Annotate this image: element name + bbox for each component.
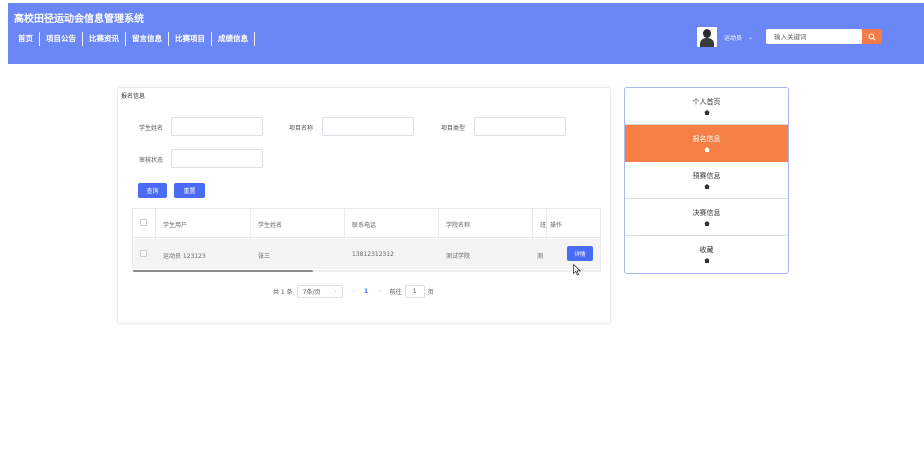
chevron-down-icon[interactable]: ⌄ [748, 34, 753, 41]
project-name-label: 项目名称 [289, 125, 314, 132]
side-menu: 个人首页 报名信息 预赛信息 决赛信息 收藏 [624, 87, 789, 274]
cell-class: 测 [537, 253, 544, 260]
home-icon [704, 184, 710, 189]
next-page-button[interactable]: › [378, 288, 380, 295]
panel-title: 报名信息 [121, 93, 146, 100]
side-item-label: 报名信息 [692, 135, 721, 143]
nav-home[interactable]: 首页 [12, 33, 39, 45]
prev-page-button[interactable]: ‹ [353, 288, 355, 295]
nav-messages[interactable]: 留言信息 [126, 33, 168, 45]
side-item-favorites[interactable]: 收藏 [625, 236, 788, 273]
side-item-label: 收藏 [699, 246, 714, 254]
avatar[interactable] [697, 27, 717, 47]
chevron-down-icon: ⌄ [333, 288, 338, 294]
student-name-label: 学生姓名 [139, 125, 164, 132]
scrollbar-thumb[interactable] [133, 270, 313, 272]
project-name-input[interactable] [322, 117, 414, 136]
site-title: 高校田径运动会信息管理系统 [14, 14, 144, 25]
page-size-value: 7条/页 [302, 289, 321, 296]
total-count: 共 1 条 [273, 289, 293, 296]
page-unit: 页 [427, 289, 434, 296]
page-size-select[interactable]: 7条/页 ⌄ [296, 285, 343, 298]
cell-student-user: 运动员 123123 [163, 253, 206, 260]
mouse-cursor-icon [573, 264, 581, 276]
home-icon [704, 221, 710, 226]
nav-events[interactable]: 比赛项目 [169, 33, 211, 45]
side-item-label: 预赛信息 [692, 172, 721, 180]
project-type-input[interactable] [474, 117, 566, 136]
page-number-1[interactable]: 1 [364, 288, 368, 295]
goto-page-value: 1 [412, 288, 417, 295]
side-item-label: 个人首页 [692, 98, 721, 106]
select-all-checkbox[interactable] [140, 219, 147, 226]
username[interactable]: 运动员 [724, 33, 742, 42]
col-college[interactable]: 学院名称 [446, 220, 470, 229]
side-item-preliminary[interactable]: 预赛信息 [625, 162, 788, 199]
col-actions: 操作 [550, 222, 563, 229]
home-icon [704, 147, 710, 152]
col-phone[interactable]: 联系电话 [352, 220, 376, 229]
side-item-label: 决赛信息 [692, 209, 721, 217]
enrollment-panel: 报名信息 学生姓名 项目名称 项目类型 审核状态 查询 重置 学生用户 学生姓名… [117, 87, 611, 324]
row-checkbox[interactable] [140, 250, 147, 257]
nav-results[interactable]: 成绩信息 [212, 33, 254, 45]
cell-phone: 13812312312 [352, 251, 394, 258]
search-input[interactable] [766, 29, 862, 44]
col-student-user[interactable]: 学生用户 [163, 220, 187, 229]
side-item-profile[interactable]: 个人首页 [625, 88, 788, 125]
query-button[interactable]: 查询 [138, 183, 167, 198]
project-type-label: 项目类型 [441, 125, 466, 132]
review-status-input[interactable] [171, 149, 263, 168]
search-button[interactable] [862, 29, 882, 44]
search-icon [868, 32, 876, 41]
detail-button[interactable]: 详情 [567, 246, 593, 261]
review-status-label: 审核状态 [139, 157, 164, 164]
nav-news[interactable]: 比赛资讯 [83, 33, 125, 45]
side-item-final[interactable]: 决赛信息 [625, 199, 788, 236]
side-item-enrollment[interactable]: 报名信息 [625, 125, 788, 162]
table-header: 学生用户 学生姓名 联系电话 学院名称 班 操作 [133, 209, 600, 238]
student-name-input[interactable] [171, 117, 263, 136]
main-nav: 首页 项目公告 比赛资讯 留言信息 比赛项目 成绩信息 [12, 32, 255, 46]
goto-page-input[interactable]: 1 [404, 285, 425, 298]
user-menu[interactable]: 运动员 ⌄ [697, 27, 753, 47]
col-student-name[interactable]: 学生姓名 [258, 220, 282, 229]
reset-button[interactable]: 重置 [174, 183, 205, 198]
nav-announcements[interactable]: 项目公告 [40, 33, 82, 45]
enrollment-table: 学生用户 学生姓名 联系电话 学院名称 班 操作 运动员 123123 张三 1… [132, 208, 601, 276]
pagination: 共 1 条 7条/页 ⌄ ‹ 1 › 前往 1 页 [273, 285, 434, 298]
cell-college: 测试学院 [446, 253, 471, 260]
nav-divider [254, 32, 255, 46]
home-icon [704, 258, 710, 263]
cell-student-name: 张三 [258, 253, 271, 260]
goto-label: 前往 [389, 289, 402, 296]
home-icon [704, 110, 710, 115]
table-row[interactable]: 运动员 123123 张三 13812312312 测试学院 测 [133, 239, 600, 269]
